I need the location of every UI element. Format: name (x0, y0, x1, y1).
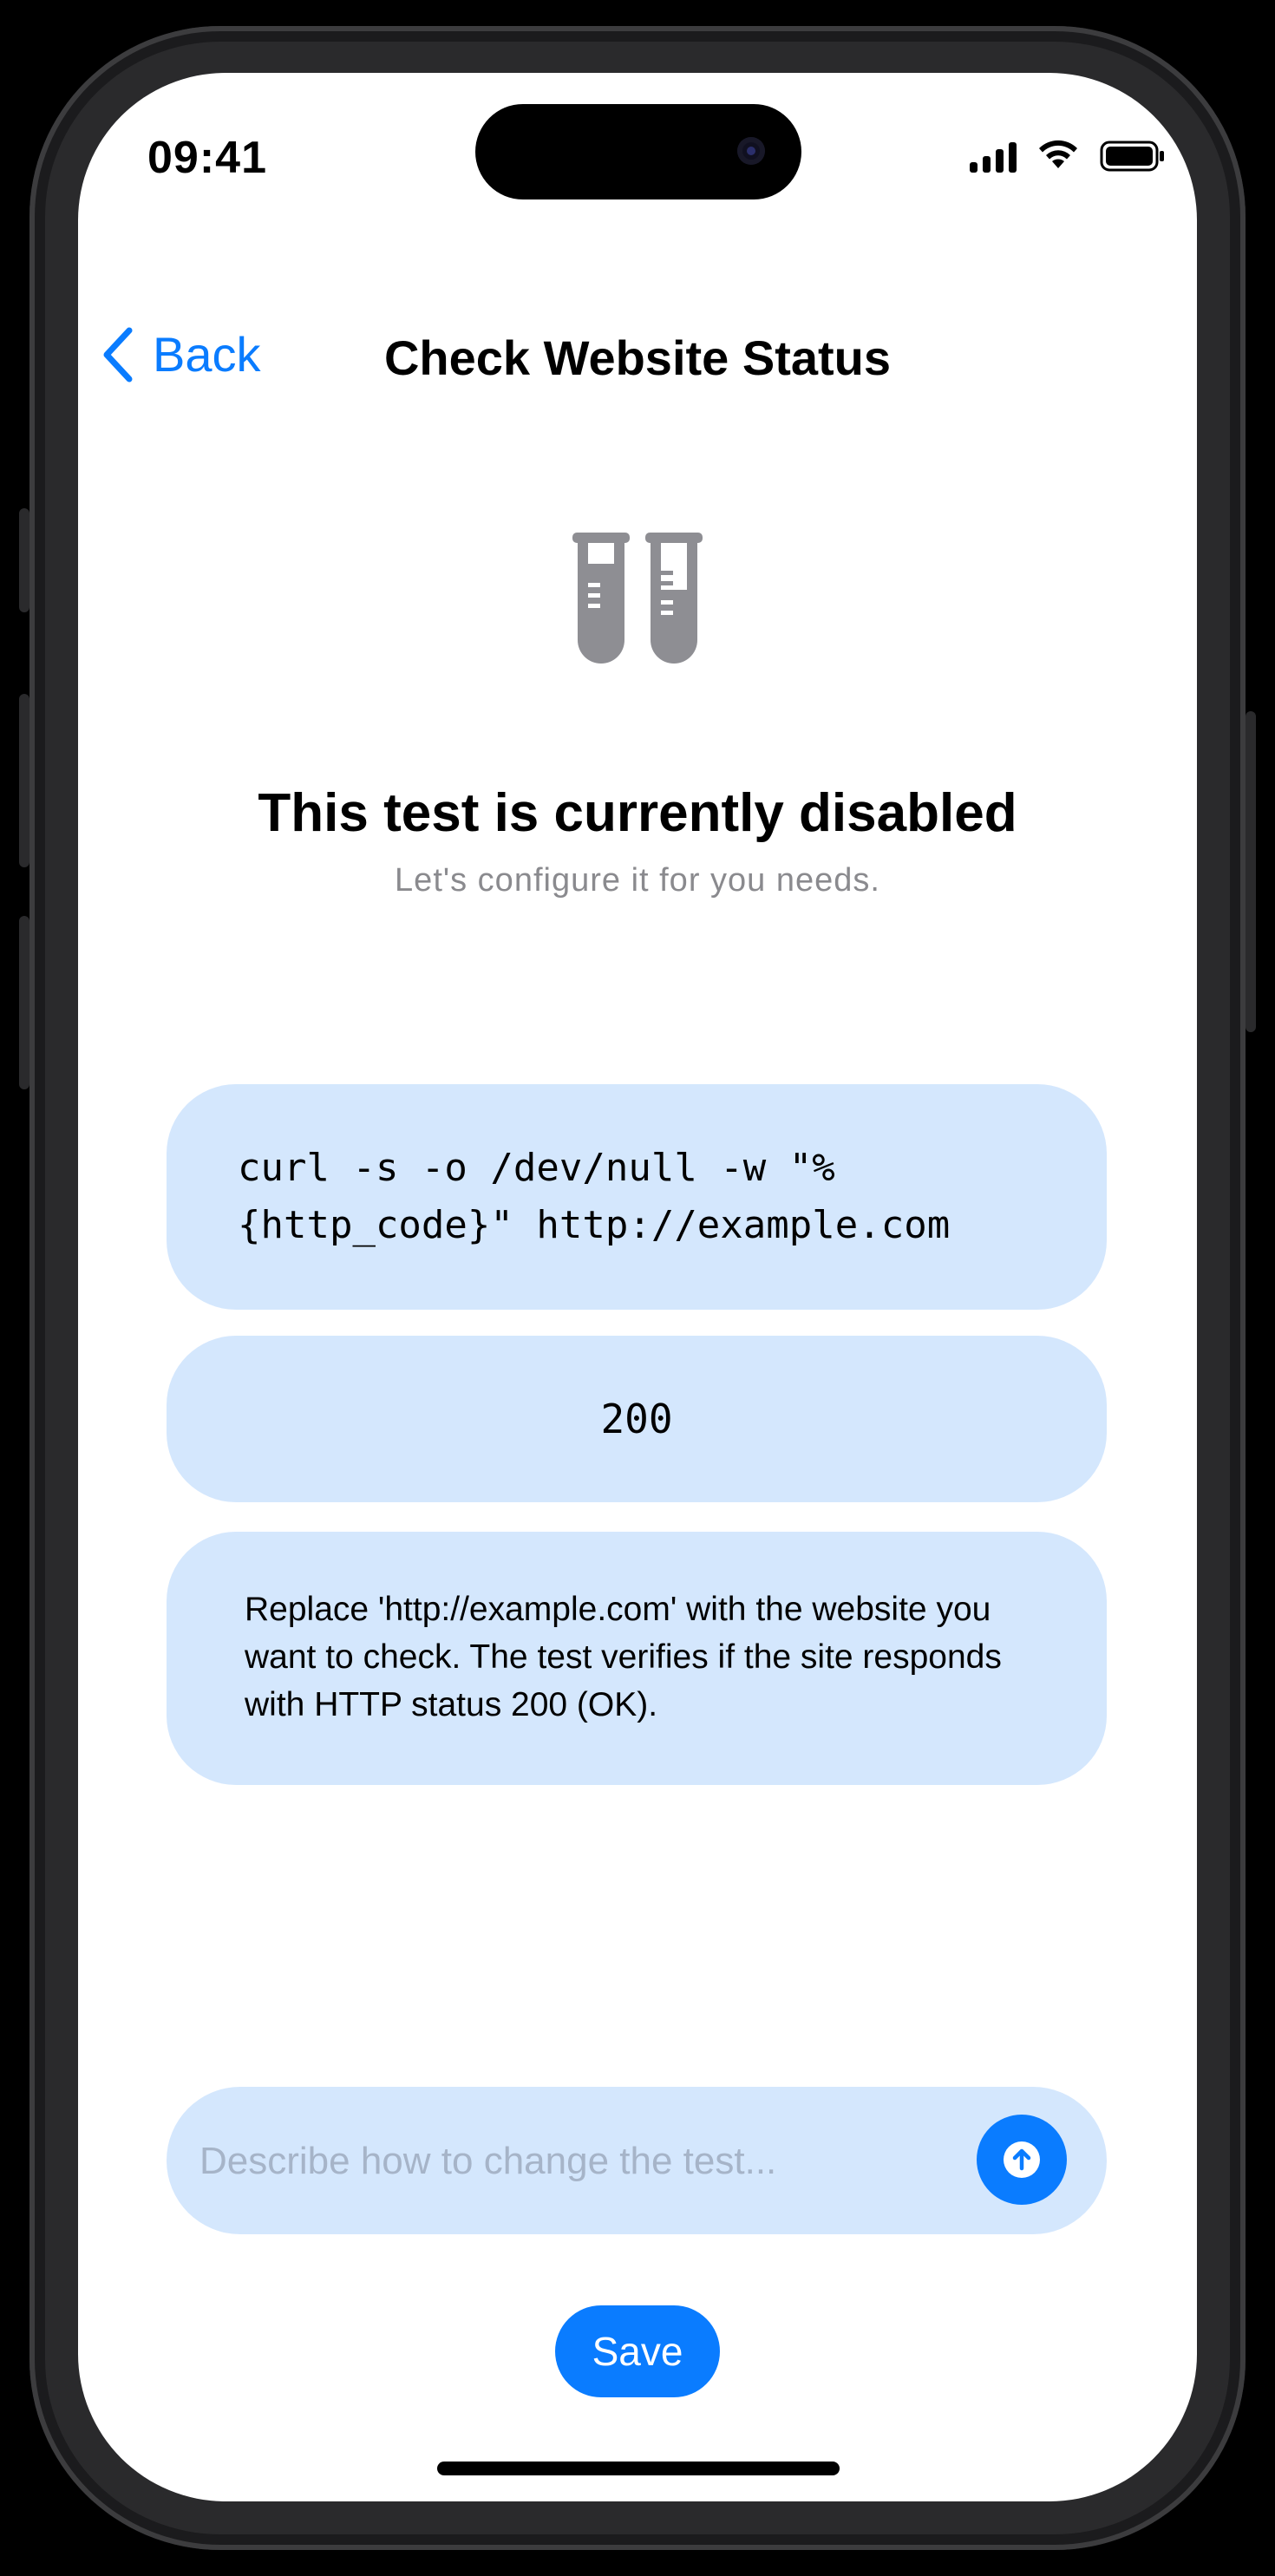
app-screen: 09:41 Back Check Website Status This tes… (78, 73, 1197, 2501)
test-tubes-icon (572, 533, 703, 664)
description-card: Replace 'http://example.com' with the we… (167, 1532, 1107, 1785)
arrow-up-circle-icon (1004, 2141, 1040, 2178)
save-button[interactable]: Save (555, 2305, 720, 2397)
composer-bar (167, 2087, 1107, 2236)
page-title: Check Website Status (383, 330, 892, 385)
command-card[interactable]: curl -s -o /dev/null -w "% {http_code}" … (167, 1084, 1107, 1310)
volume-up-button (19, 694, 29, 867)
command-line-1: curl -s -o /dev/null -w "% (238, 1146, 835, 1190)
send-button[interactable] (977, 2115, 1067, 2205)
power-button (1246, 711, 1256, 1032)
dynamic-island (475, 104, 801, 199)
command-line-2: {http_code}" http://example.com (238, 1203, 951, 1247)
front-camera (737, 137, 765, 165)
action-button (19, 508, 29, 612)
status-time: 09:41 (147, 133, 267, 183)
change-test-input[interactable] (198, 2087, 964, 2236)
wifi-icon (1039, 140, 1077, 168)
description-text: Replace 'http://example.com' with the we… (245, 1591, 1002, 1723)
volume-down-button (19, 916, 29, 1089)
status-icons (970, 139, 1166, 173)
home-indicator[interactable] (437, 2462, 840, 2475)
empty-state-subtitle: Let's configure it for you needs. (395, 862, 880, 899)
expected-result-value: 200 (600, 1396, 673, 1442)
expected-result-card[interactable]: 200 (167, 1336, 1107, 1502)
empty-state-headline: This test is currently disabled (258, 783, 1017, 843)
cellular-signal-icon (970, 140, 1017, 173)
battery-icon (1100, 141, 1164, 172)
